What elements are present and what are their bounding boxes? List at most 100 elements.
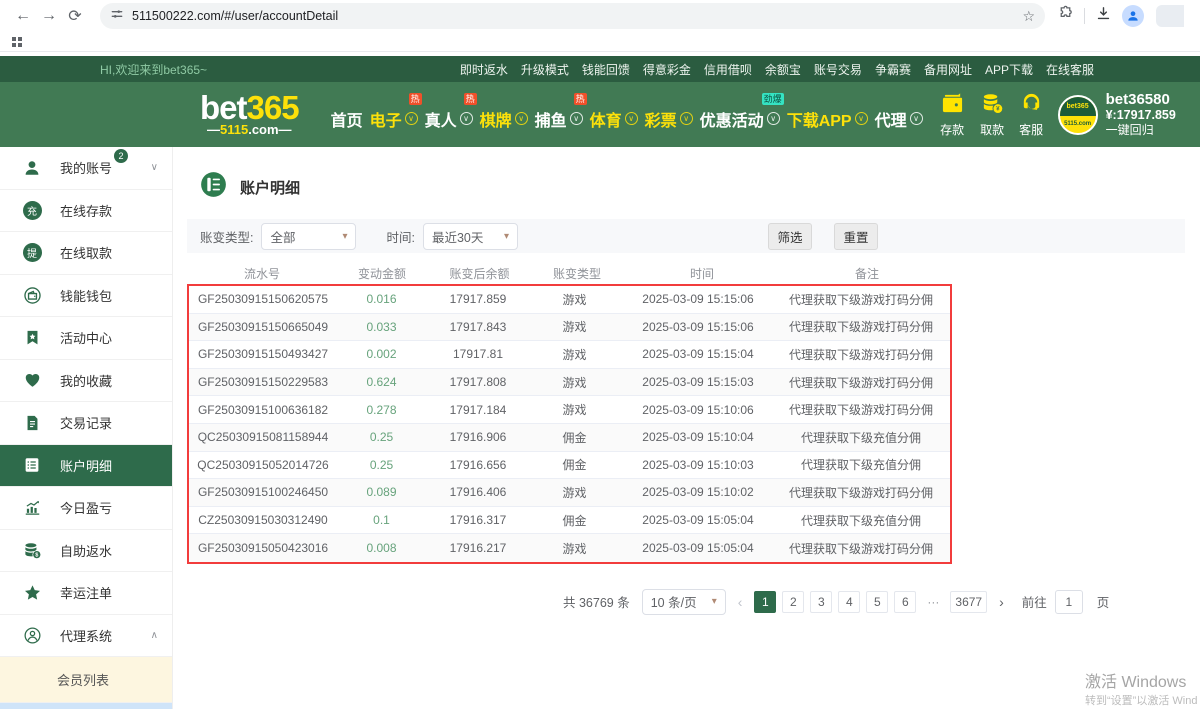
amount-cell: 0.002	[337, 347, 426, 361]
page-button-6[interactable]: 6	[894, 591, 916, 613]
page-button-2[interactable]: 2	[782, 591, 804, 613]
sidebar-item-label: 自助返水	[60, 541, 112, 560]
type-cell: 游戏	[530, 346, 619, 363]
page-button-5[interactable]: 5	[866, 591, 888, 613]
type-cell: 游戏	[530, 374, 619, 391]
nav-agent[interactable]: 代理∨	[875, 107, 923, 131]
table-row: GF250309151506205750.01617917.859游戏2025-…	[189, 286, 950, 314]
sidebar-item-online-withdraw[interactable]: 提在线取款	[0, 232, 172, 275]
one-click-return-button[interactable]: 一键回归	[1106, 123, 1176, 137]
detail-icon	[22, 456, 42, 474]
quick-service-button[interactable]: 客服	[1019, 92, 1044, 138]
star-icon	[22, 584, 42, 602]
type-cell: 游戏	[530, 401, 619, 418]
goto-page-input[interactable]: 1	[1055, 590, 1083, 614]
site-logo[interactable]: bet365 —5115.com—	[200, 93, 299, 137]
nav-chess[interactable]: 棋牌∨	[480, 107, 528, 131]
per-page-select[interactable]: 10 条/页 ▾	[642, 589, 726, 615]
sidebar-item-transaction-records[interactable]: 交易记录	[0, 402, 172, 445]
prev-page-button[interactable]: ‹	[734, 594, 747, 610]
extensions-icon[interactable]	[1057, 5, 1074, 27]
table-row: GF250309151506650490.03317917.843游戏2025-…	[189, 314, 950, 342]
bookmark-star-icon[interactable]: ☆	[1022, 8, 1035, 25]
next-page-button[interactable]: ›	[995, 594, 1008, 610]
balance-cell: 17916.217	[426, 541, 530, 555]
top-link-信用借呗[interactable]: 信用借呗	[704, 61, 752, 78]
sidebar-item-my-account[interactable]: 我的账号2∨	[0, 147, 172, 190]
nav-home[interactable]: 首页	[331, 107, 363, 131]
top-link-余额宝[interactable]: 余额宝	[765, 61, 801, 78]
quick-label: 取款	[980, 121, 1004, 138]
nav-sports[interactable]: 体育∨	[590, 107, 638, 131]
quick-deposit-button[interactable]: 存款	[939, 92, 966, 138]
main-content: 账户明细 账变类型: 全部 ▾ 时间: 最近30天 ▾ 筛选 重置 流水号变动金…	[173, 147, 1200, 709]
amount-cell: 0.278	[337, 403, 426, 417]
top-link-备用网址[interactable]: 备用网址	[924, 61, 972, 78]
heart-icon	[22, 371, 42, 389]
sidebar-item-online-deposit[interactable]: 充在线存款	[0, 190, 172, 233]
sidebar-item-self-rebate[interactable]: $自助返水	[0, 530, 172, 573]
type-select[interactable]: 全部 ▾	[261, 223, 356, 250]
type-cell: 佣金	[530, 512, 619, 529]
back-icon[interactable]: ←	[10, 7, 36, 25]
nav-download-app[interactable]: 下载APP∨	[787, 107, 868, 131]
url-bar[interactable]: 511500222.com/#/user/accountDetail ☆	[100, 3, 1045, 29]
chevron-down-icon: ▾	[712, 596, 717, 607]
download-icon[interactable]	[1095, 5, 1112, 27]
sidebar-item-lucky-bets[interactable]: 幸运注单	[0, 572, 172, 615]
sidebar-item-agent-system[interactable]: 代理系统∧	[0, 615, 172, 658]
account-detail-icon	[200, 171, 227, 203]
chevron-down-icon: ∨	[515, 112, 528, 125]
sidebar-item-label: 在线取款	[60, 243, 112, 262]
nav-lottery[interactable]: 彩票∨	[645, 107, 693, 131]
sidebar-item-activity-center[interactable]: 活动中心	[0, 317, 172, 360]
side-panel-icon[interactable]	[1156, 5, 1184, 27]
profile-avatar-icon[interactable]	[1122, 5, 1144, 27]
top-link-在线客服[interactable]: 在线客服	[1046, 61, 1094, 78]
nav-slots[interactable]: 电子热∨	[370, 107, 418, 131]
sidebar-item-today-profit[interactable]: 今日盈亏	[0, 487, 172, 530]
sidebar-item-account-detail[interactable]: 账户明细	[0, 445, 172, 488]
time-cell: 2025-03-09 15:15:06	[619, 292, 777, 306]
more-pages-button[interactable]: ···	[922, 591, 944, 613]
page-button-3677[interactable]: 3677	[950, 591, 987, 613]
quick-withdraw-button[interactable]: ¥ 取款	[979, 92, 1006, 138]
top-link-即时返水[interactable]: 即时返水	[460, 61, 508, 78]
column-header: 备注	[782, 265, 952, 282]
type-cell: 佣金	[530, 456, 619, 473]
filter-button[interactable]: 筛选	[768, 223, 812, 250]
top-link-得意彩金[interactable]: 得意彩金	[643, 61, 691, 78]
svg-text:¥: ¥	[996, 105, 1000, 112]
forward-icon[interactable]: →	[36, 7, 62, 25]
remark-cell: 代理获取下级游戏打码分佣	[777, 346, 945, 363]
column-header: 账变类型	[532, 265, 622, 282]
nav-fishing[interactable]: 捕鱼热∨	[535, 107, 583, 131]
top-link-争霸赛[interactable]: 争霸赛	[875, 61, 911, 78]
page-button-3[interactable]: 3	[810, 591, 832, 613]
column-header: 账变后余额	[427, 265, 532, 282]
nav-promotions[interactable]: 优惠活动劲爆∨	[700, 107, 780, 131]
top-link-账号交易[interactable]: 账号交易	[814, 61, 862, 78]
page-button-4[interactable]: 4	[838, 591, 860, 613]
top-link-APP下载[interactable]: APP下载	[985, 61, 1033, 78]
page-button-1[interactable]: 1	[754, 591, 776, 613]
nav-live[interactable]: 真人热∨	[425, 107, 473, 131]
time-cell: 2025-03-09 15:05:04	[619, 541, 777, 555]
reset-button[interactable]: 重置	[834, 223, 878, 250]
char-circle-icon: 充	[22, 201, 42, 220]
sidebar-item-member-list[interactable]: 会员列表	[0, 657, 172, 703]
top-link-升级模式[interactable]: 升级模式	[521, 61, 569, 78]
user-logo-badge: bet365 5115.com	[1058, 95, 1098, 135]
sidebar: 我的账号2∨充在线存款提在线取款钱能钱包活动中心我的收藏交易记录账户明细今日盈亏…	[0, 147, 173, 709]
reload-icon[interactable]: ⟳	[62, 6, 88, 26]
apps-grid-icon[interactable]	[12, 37, 22, 47]
remark-cell: 代理获取下级游戏打码分佣	[777, 401, 945, 418]
top-link-钱能回馈[interactable]: 钱能回馈	[582, 61, 630, 78]
sidebar-item-my-favorites[interactable]: 我的收藏	[0, 360, 172, 403]
site-info-icon[interactable]	[110, 7, 124, 26]
char-circle-icon: 提	[22, 243, 42, 262]
nav-label: 真人	[425, 107, 457, 131]
sidebar-item-qianneng-wallet[interactable]: 钱能钱包	[0, 275, 172, 318]
time-select[interactable]: 最近30天 ▾	[423, 223, 518, 250]
page-title: 账户明细	[240, 177, 300, 198]
